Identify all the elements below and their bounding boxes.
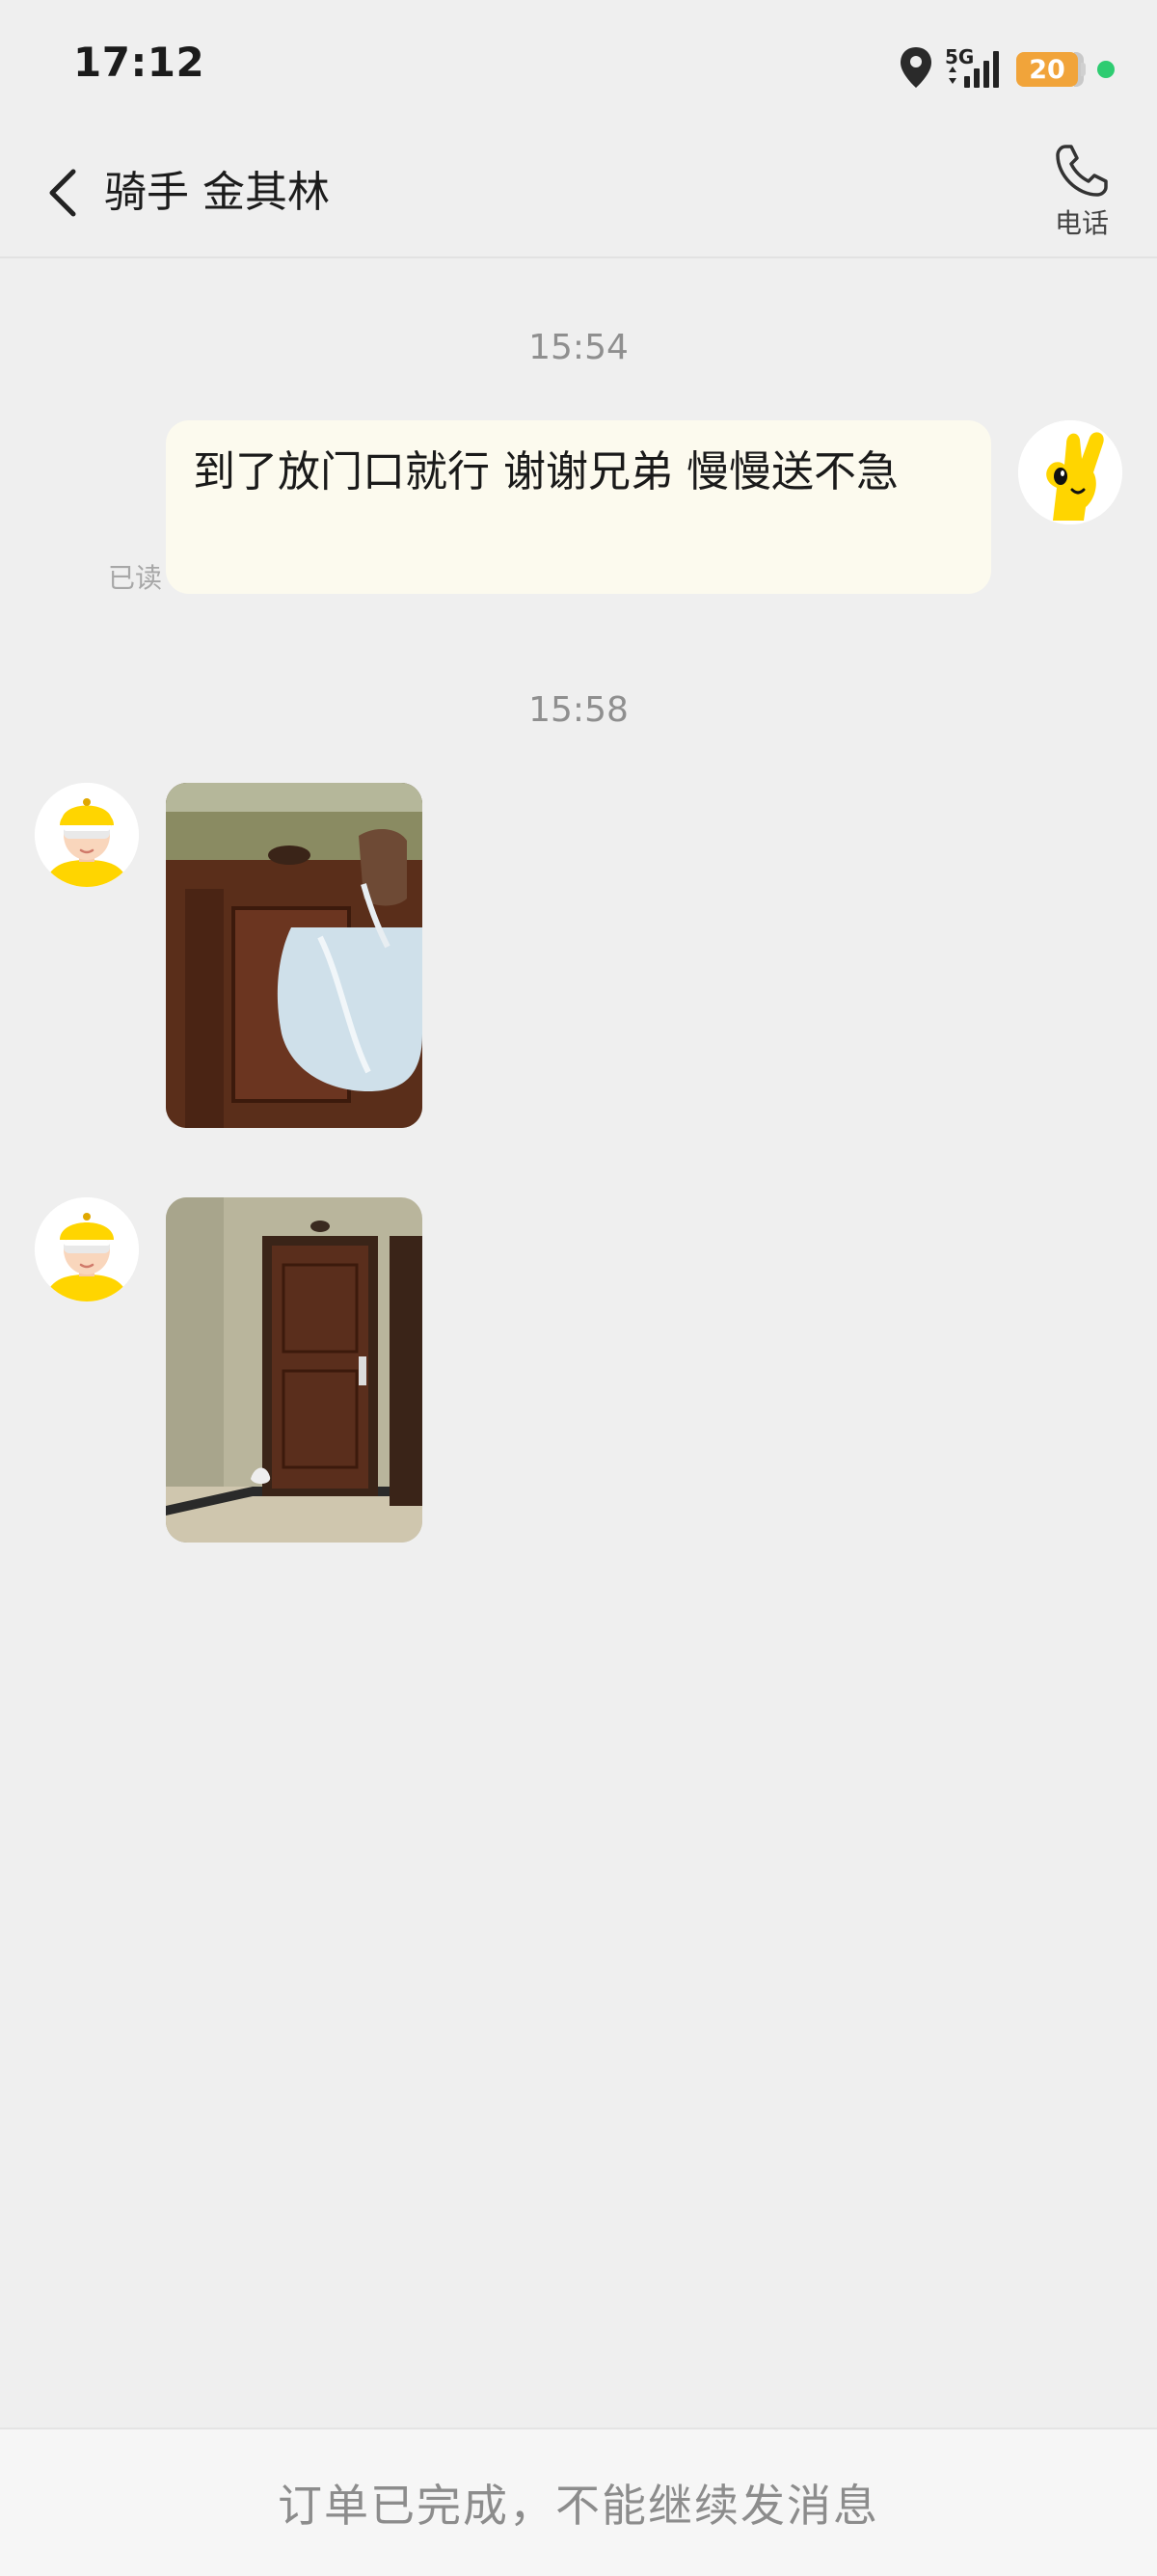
rider-avatar[interactable] <box>35 783 139 887</box>
rider-avatar-icon <box>35 1197 139 1301</box>
timestamp: 15:54 <box>528 328 629 367</box>
call-label: 电话 <box>1054 207 1109 239</box>
chat-image[interactable] <box>166 783 422 1128</box>
read-status: 已读 <box>108 562 163 594</box>
chat-image[interactable] <box>166 1197 422 1543</box>
chevron-left-icon <box>49 169 76 217</box>
active-dot-icon <box>1097 61 1115 78</box>
call-button[interactable]: 电话 <box>1034 141 1130 255</box>
phone-icon <box>1056 145 1108 197</box>
chat-closed-bar: 订单已完成，不能继续发消息 <box>0 2428 1157 2576</box>
rider-avatar[interactable] <box>35 1197 139 1301</box>
status-time: 17:12 <box>73 39 205 86</box>
battery-level: 20 <box>1029 54 1065 85</box>
chat-header: 骑手 金其林 电话 <box>0 135 1157 258</box>
outgoing-message-bubble[interactable]: 到了放门口就行 谢谢兄弟 慢慢送不急 <box>166 420 991 594</box>
hand-holding-bag-photo <box>166 783 422 1128</box>
mascot-hand-icon <box>1018 420 1122 524</box>
rider-avatar-icon <box>35 783 139 887</box>
timestamp: 15:58 <box>528 690 629 730</box>
door-with-bag-photo <box>166 1197 422 1543</box>
status-icons: 5G 20 <box>899 42 1115 96</box>
my-avatar[interactable] <box>1018 420 1122 524</box>
signal-icon: 5G <box>945 45 1005 92</box>
chat-title: 骑手 金其林 <box>104 168 330 217</box>
back-button[interactable] <box>35 164 93 222</box>
chat-closed-notice: 订单已完成，不能继续发消息 <box>278 2480 879 2532</box>
message-text: 到了放门口就行 谢谢兄弟 慢慢送不急 <box>193 447 899 496</box>
battery-icon: 20 <box>1016 52 1086 87</box>
location-icon <box>899 45 933 94</box>
